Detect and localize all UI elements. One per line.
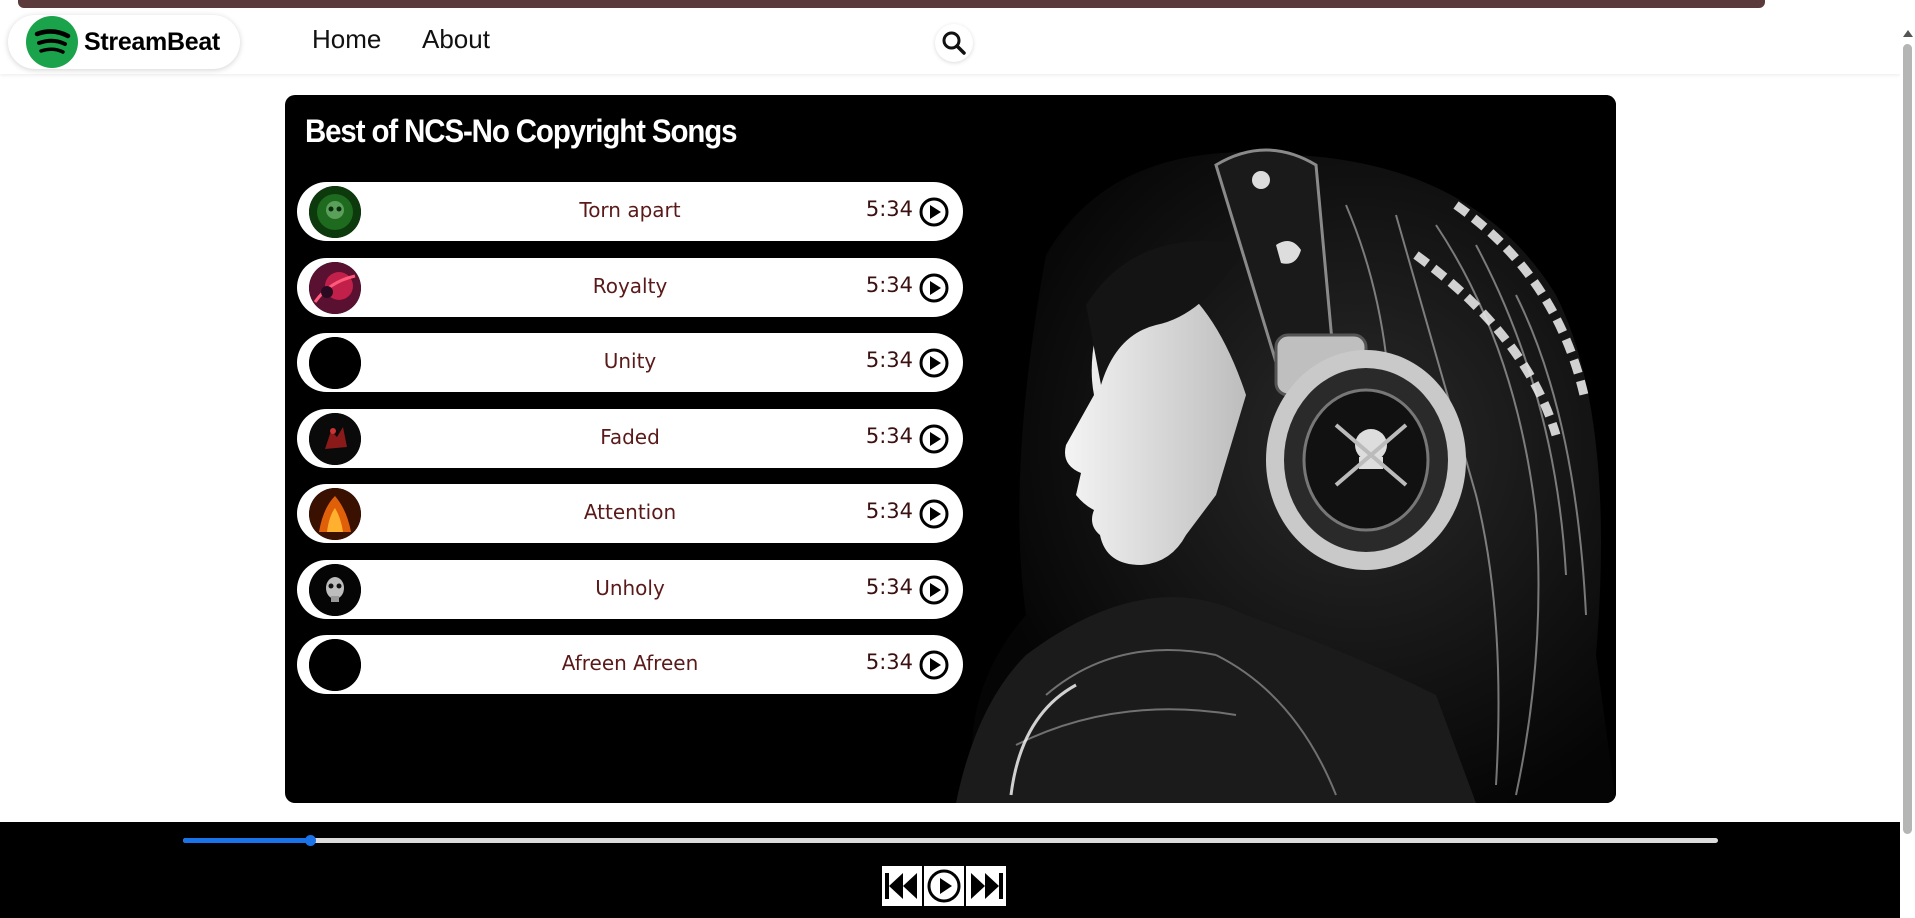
- song-item[interactable]: Unholy 5:34: [297, 559, 963, 619]
- song-title: Faded: [600, 424, 660, 449]
- song-title: Unholy: [595, 575, 665, 600]
- playback-controls: [882, 866, 1006, 906]
- play-icon[interactable]: [919, 575, 949, 605]
- song-item[interactable]: Afreen Afreen 5:34: [297, 635, 963, 694]
- next-track-icon: [971, 873, 1003, 899]
- brand-name: StreamBeat: [84, 27, 220, 56]
- song-item[interactable]: Unity 5:34: [297, 333, 963, 392]
- window-chrome-bar: [18, 0, 1765, 8]
- page-scrollbar[interactable]: [1900, 0, 1915, 918]
- playlist-title: Best of NCS-No Copyright Songs: [305, 113, 737, 149]
- progress-fill: [183, 838, 311, 843]
- play-icon[interactable]: [919, 650, 949, 680]
- song-item[interactable]: Attention 5:34: [297, 484, 963, 543]
- headphones-girl-hero-image: [916, 95, 1616, 803]
- next-button[interactable]: [966, 866, 1006, 906]
- song-duration: 5:34: [865, 499, 913, 523]
- song-list: Torn apart 5:34 Royalty 5:34 Unity 5:34 …: [297, 182, 963, 711]
- play-icon[interactable]: [919, 348, 949, 378]
- nav-about-link[interactable]: About: [422, 24, 490, 55]
- play-icon[interactable]: [919, 197, 949, 227]
- play-icon: [927, 869, 961, 903]
- song-item[interactable]: Faded 5:34: [297, 408, 963, 468]
- navbar: StreamBeat Home About: [0, 10, 1900, 74]
- song-item[interactable]: Torn apart 5:34: [297, 182, 963, 241]
- brand-logo[interactable]: StreamBeat: [8, 15, 240, 69]
- progress-bar[interactable]: [183, 835, 1718, 846]
- song-duration: 5:34: [865, 423, 913, 448]
- play-icon[interactable]: [919, 424, 949, 454]
- song-title: Torn apart: [579, 198, 681, 222]
- progress-handle[interactable]: [305, 835, 317, 846]
- song-duration: 5:34: [865, 348, 913, 372]
- song-duration: 5:34: [865, 574, 913, 599]
- scrollbar-thumb[interactable]: [1903, 44, 1912, 834]
- song-title: Attention: [583, 500, 677, 524]
- song-title: Unity: [603, 349, 657, 373]
- song-title: Royalty: [592, 273, 668, 298]
- playlist-panel: Best of NCS-No Copyright Songs Torn apar…: [285, 95, 1616, 803]
- song-title: Afreen Afreen: [561, 651, 699, 675]
- song-item[interactable]: Royalty 5:34: [297, 257, 963, 317]
- song-duration: 5:34: [865, 272, 913, 297]
- song-duration: 5:34: [865, 197, 913, 221]
- search-button[interactable]: [935, 24, 973, 62]
- play-icon[interactable]: [919, 499, 949, 529]
- play-icon[interactable]: [919, 273, 949, 303]
- player-bar: [0, 822, 1900, 918]
- scroll-up-arrow-icon[interactable]: [1903, 30, 1913, 37]
- nav-home-link[interactable]: Home: [312, 24, 381, 55]
- previous-track-icon: [885, 873, 917, 899]
- previous-button[interactable]: [882, 866, 922, 906]
- search-icon: [942, 31, 966, 55]
- song-duration: 5:34: [865, 650, 913, 674]
- play-button[interactable]: [924, 866, 964, 906]
- spotify-like-logo-icon: [26, 16, 78, 68]
